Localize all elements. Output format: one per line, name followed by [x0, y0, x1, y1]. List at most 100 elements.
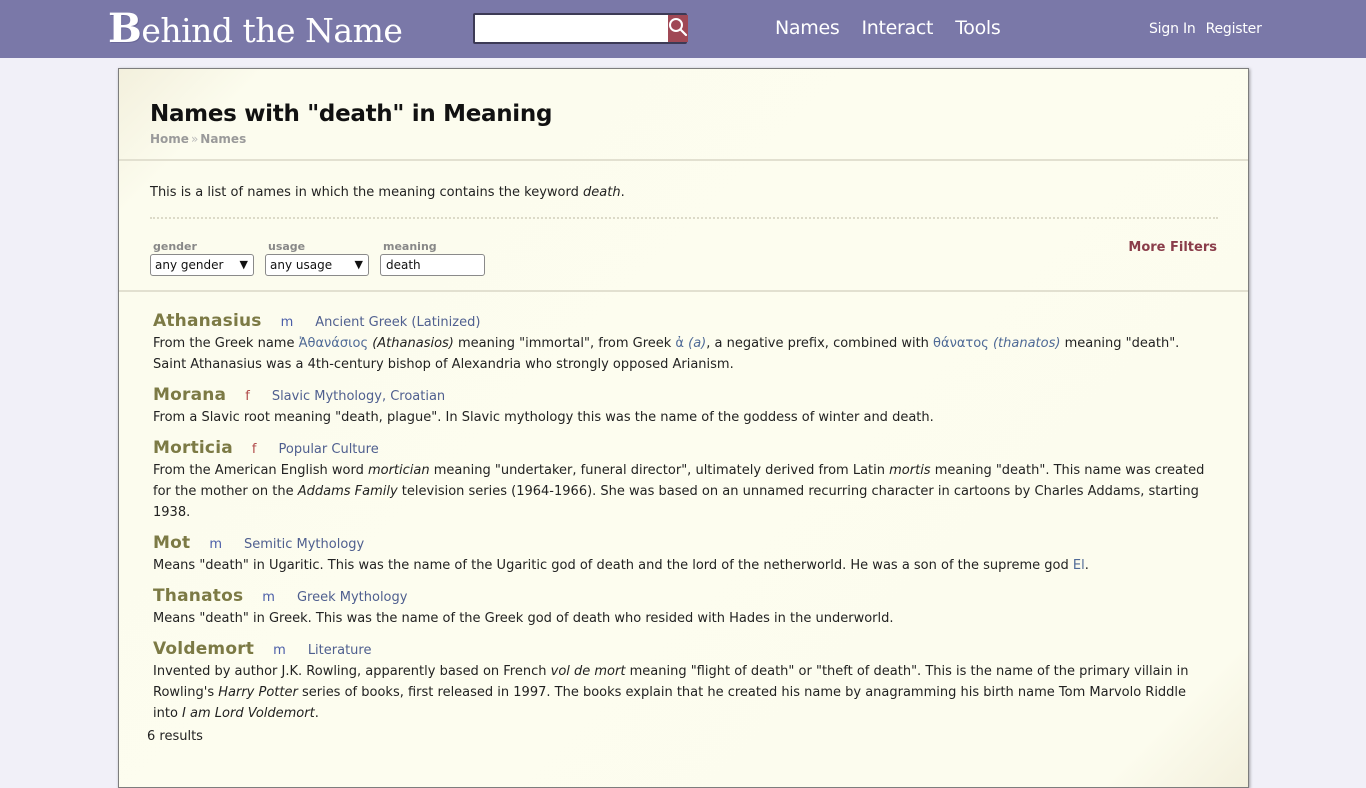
result-entry: Morana f Slavic Mythology, Croatian From a … [153, 385, 1213, 428]
result-header: Mot m Semitic Mythology [153, 533, 1213, 555]
result-header: Athanasius m Ancient Greek (Latinized) [153, 311, 1213, 333]
search-box [473, 13, 688, 44]
name-link[interactable]: Morticia [153, 438, 233, 458]
result-header: Voldemort m Literature [153, 639, 1213, 661]
result-entry: Voldemort m Literature Invented by author J… [153, 639, 1213, 724]
usage-link[interactable]: Slavic Mythology, Croatian [272, 389, 445, 404]
nav-interact[interactable]: Interact [861, 17, 933, 39]
page-header: Names with "death" in Meaning Home» Names [119, 69, 1248, 161]
meaning-label: meaning [383, 240, 437, 253]
name-description: From the American English word mortician… [153, 460, 1213, 523]
dropdown-arrow-icon: ▼ [239, 258, 248, 271]
italic-term: mortis [889, 463, 931, 478]
usage-link[interactable]: Semitic Mythology [244, 537, 364, 552]
name-link[interactable]: Thanatos [153, 586, 243, 606]
description-text: Means "death" in Greek. This was the nam… [153, 611, 894, 626]
top-navigation-bar: Behind the Name Names Interact Tools Sig… [0, 0, 1366, 58]
usage-link[interactable]: Greek Mythology [297, 590, 408, 605]
result-entry: Athanasius m Ancient Greek (Latinized) From… [153, 311, 1213, 375]
nav-tools[interactable]: Tools [955, 17, 1001, 39]
description-text: meaning "immortal", from Greek [453, 336, 676, 351]
content-card: Names with "death" in Meaning Home» Names… [118, 68, 1249, 788]
usage-filter: usage any usage ▼ [265, 240, 369, 276]
name-description: From the Greek name Ἀθανάσιος (Athanasio… [153, 333, 1213, 375]
gender-tag: m [262, 590, 275, 605]
gender-select-value: any gender [155, 258, 224, 272]
description-text: From a Slavic root meaning "death, plagu… [153, 410, 934, 425]
main-nav: Names Interact Tools [775, 17, 1023, 39]
italic-term: Addams Family [297, 484, 398, 499]
greek-term-link[interactable]: ἀ [675, 336, 684, 351]
name-description: From a Slavic root meaning "death, plagu… [153, 407, 1213, 428]
gender-select[interactable]: any gender ▼ [150, 254, 254, 276]
register-link[interactable]: Register [1206, 21, 1262, 37]
dropdown-arrow-icon: ▼ [354, 258, 363, 271]
usage-link[interactable]: Popular Culture [279, 442, 379, 457]
description-text: Invented by author J.K. Rowling, apparen… [153, 664, 551, 679]
gender-tag: m [280, 315, 294, 330]
sign-in-link[interactable]: Sign In [1149, 21, 1196, 37]
description-text: . [314, 706, 319, 721]
breadcrumb-separator: » [190, 132, 199, 146]
result-entry: Morticia f Popular Culture From the America… [153, 438, 1213, 523]
gender-label: gender [153, 240, 197, 253]
auth-links: Sign In Register [1149, 21, 1272, 37]
italic-term: (Athanasios) [372, 336, 454, 351]
gender-tag: m [209, 537, 222, 552]
name-description: Invented by author J.K. Rowling, apparen… [153, 661, 1213, 724]
description-text: Means "death" in Ugaritic. This was the … [153, 558, 1073, 573]
filters-row: gender any gender ▼ usage any usage ▼ me… [150, 240, 496, 276]
breadcrumb-home[interactable]: Home [150, 132, 189, 146]
usage-link[interactable]: Ancient Greek (Latinized) [315, 315, 480, 330]
search-input[interactable] [475, 15, 668, 42]
gender-tag: f [251, 442, 257, 457]
intro-keyword: death [583, 185, 621, 200]
dotted-divider [150, 217, 1218, 219]
breadcrumb: Home» Names [150, 132, 246, 146]
gender-tag: m [273, 643, 286, 658]
section-divider [119, 290, 1248, 292]
greek-term-link[interactable]: θάνατος [933, 336, 989, 351]
italic-term: I am Lord Voldemort [182, 706, 315, 721]
transliteration: (thanatos) [992, 336, 1061, 351]
result-count: 6 results [147, 729, 203, 744]
name-reference-link[interactable]: El [1073, 558, 1085, 573]
name-link[interactable]: Voldemort [153, 639, 254, 659]
logo-text: ehind the Name [141, 11, 403, 50]
breadcrumb-names[interactable]: Names [200, 132, 246, 146]
italic-term: mortician [367, 463, 430, 478]
gender-filter: gender any gender ▼ [150, 240, 254, 276]
search-button[interactable] [668, 15, 688, 42]
description-text: From the Greek name [153, 336, 299, 351]
name-link[interactable]: Morana [153, 385, 226, 405]
intro-main: This is a list of names in which the mea… [150, 185, 583, 200]
transliteration: (a) [688, 336, 707, 351]
result-entry: Mot m Semitic Mythology Means "death" in Ug… [153, 533, 1213, 576]
name-description: Means "death" in Greek. This was the nam… [153, 608, 1213, 629]
description-text: , a negative prefix, combined with [706, 336, 934, 351]
name-link[interactable]: Mot [153, 533, 190, 553]
site-logo[interactable]: Behind the Name [108, 5, 403, 52]
intro-text: This is a list of names in which the mea… [150, 185, 625, 200]
greek-term-link[interactable]: Ἀθανάσιος [299, 336, 368, 351]
italic-term: vol de mort [550, 664, 626, 679]
result-header: Morana f Slavic Mythology, Croatian [153, 385, 1213, 407]
page-title: Names with "death" in Meaning [150, 101, 553, 127]
usage-link[interactable]: Literature [308, 643, 372, 658]
result-entry: Thanatos m Greek Mythology Means "death" in… [153, 586, 1213, 629]
description-text: meaning "undertaker, funeral director", … [429, 463, 890, 478]
description-text: . [1084, 558, 1089, 573]
italic-term: Harry Potter [218, 685, 298, 700]
logo-initial: B [108, 5, 142, 52]
name-link[interactable]: Athanasius [153, 311, 262, 331]
nav-names[interactable]: Names [775, 17, 840, 39]
usage-label: usage [268, 240, 306, 253]
more-filters-link[interactable]: More Filters [1128, 240, 1217, 255]
result-header: Thanatos m Greek Mythology [153, 586, 1213, 608]
usage-select[interactable]: any usage ▼ [265, 254, 369, 276]
description-text: From the American English word [153, 463, 368, 478]
gender-tag: f [245, 389, 250, 404]
results-list: Athanasius m Ancient Greek (Latinized) From… [153, 311, 1213, 734]
meaning-input[interactable]: death [380, 254, 485, 276]
usage-select-value: any usage [270, 258, 333, 272]
